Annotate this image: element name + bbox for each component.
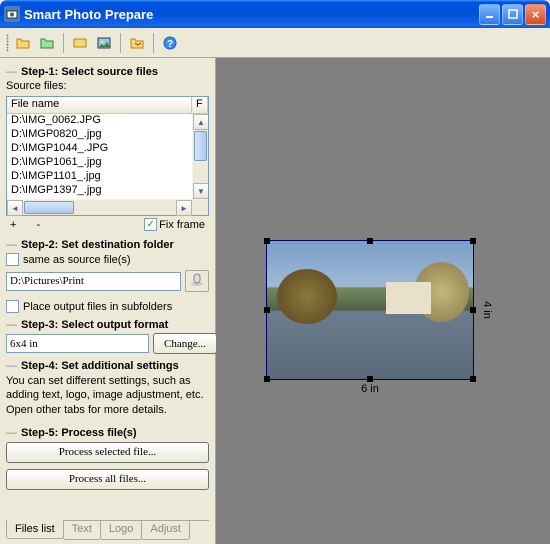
mail-icon[interactable]: [127, 33, 147, 53]
step5-title: Step-5: Process file(s): [6, 427, 209, 439]
column-filename[interactable]: File name: [7, 97, 192, 113]
open-folder-icon[interactable]: [13, 33, 33, 53]
fix-frame-label[interactable]: ✓ Fix frame: [144, 218, 205, 231]
help-icon[interactable]: ?: [160, 33, 180, 53]
height-dimension-label: 4 in: [481, 301, 493, 319]
toolbar-grip: [6, 34, 9, 52]
minimize-button[interactable]: [479, 4, 500, 25]
same-as-source-label: same as source file(s): [23, 254, 131, 266]
process-all-button[interactable]: Process all files...: [6, 469, 209, 490]
tab-adjust[interactable]: Adjust: [141, 521, 190, 540]
scroll-up-icon[interactable]: ▲: [193, 114, 208, 130]
scroll-down-icon[interactable]: ▼: [193, 183, 208, 199]
destination-path-input[interactable]: [6, 272, 181, 291]
maximize-button[interactable]: [502, 4, 523, 25]
bottom-tabs: Files list Text Logo Adjust: [6, 520, 209, 540]
list-item[interactable]: D:\IMGP1397_.jpg: [7, 184, 192, 198]
vertical-scrollbar[interactable]: ▲ ▼: [192, 114, 208, 199]
step4-note: You can set different settings, such as …: [6, 374, 209, 417]
step3-title: Step-3: Select output format: [6, 319, 209, 331]
step4-title: Step-4: Set additional settings: [6, 360, 209, 372]
list-item[interactable]: D:\IMG_0062.JPG: [7, 114, 192, 128]
resize-handle[interactable]: [264, 376, 270, 382]
list-item[interactable]: D:\IMGP1061_.jpg: [7, 156, 192, 170]
file-rows[interactable]: D:\IMG_0062.JPG D:\IMGP0820_.jpg D:\IMGP…: [7, 114, 192, 199]
process-selected-button[interactable]: Process selected file...: [6, 442, 209, 463]
window-title: Smart Photo Prepare: [24, 7, 153, 22]
resize-handle[interactable]: [470, 238, 476, 244]
resize-handle[interactable]: [367, 238, 373, 244]
width-dimension-label: 6 in: [361, 383, 379, 395]
list-item[interactable]: D:\IMGP1044_.JPG: [7, 142, 192, 156]
list-item[interactable]: D:\IMGP1101_.jpg: [7, 170, 192, 184]
resize-handle[interactable]: [264, 238, 270, 244]
scroll-thumb-h[interactable]: [24, 201, 74, 214]
fix-frame-checkbox[interactable]: ✓: [144, 218, 157, 231]
resize-handle[interactable]: [367, 376, 373, 382]
tab-logo[interactable]: Logo: [100, 521, 142, 540]
same-as-source-checkbox[interactable]: [6, 253, 19, 266]
source-files-label: Source files:: [6, 80, 209, 92]
scroll-left-icon[interactable]: ◄: [7, 200, 23, 216]
remove-file-button[interactable]: -: [36, 219, 40, 231]
card-icon[interactable]: [70, 33, 90, 53]
crop-frame[interactable]: 4 in 6 in: [266, 240, 474, 380]
column-f[interactable]: F: [192, 97, 208, 113]
toolbar: ?: [0, 28, 550, 58]
browse-folder-button[interactable]: [185, 270, 209, 292]
subfolders-checkbox[interactable]: [6, 300, 19, 313]
preview-area: 4 in 6 in: [216, 58, 550, 544]
resize-handle[interactable]: [264, 307, 270, 313]
list-item[interactable]: D:\IMGP0820_.jpg: [7, 128, 192, 142]
file-list: File name F D:\IMG_0062.JPG D:\IMGP0820_…: [6, 96, 209, 216]
step2-title: Step-2: Set destination folder: [6, 239, 209, 251]
add-file-button[interactable]: +: [10, 219, 16, 231]
app-icon: [4, 6, 20, 22]
resize-handle[interactable]: [470, 307, 476, 313]
svg-text:?: ?: [167, 39, 173, 50]
format-input[interactable]: [6, 334, 149, 353]
scroll-right-icon[interactable]: ►: [176, 200, 192, 216]
picture-icon[interactable]: [94, 33, 114, 53]
resize-handle[interactable]: [470, 376, 476, 382]
subfolders-label: Place output files in subfolders: [23, 301, 172, 313]
titlebar: Smart Photo Prepare ×: [0, 0, 550, 28]
scroll-thumb[interactable]: [194, 131, 207, 161]
close-button[interactable]: ×: [525, 4, 546, 25]
file-list-header: File name F: [7, 97, 208, 114]
horizontal-scrollbar[interactable]: ◄ ►: [7, 199, 208, 215]
step1-title: Step-1: Select source files: [6, 66, 209, 78]
preview-image: [267, 241, 473, 379]
tab-text[interactable]: Text: [63, 521, 101, 540]
tab-files-list[interactable]: Files list: [6, 520, 64, 539]
add-folder-icon[interactable]: [37, 33, 57, 53]
change-format-button[interactable]: Change...: [153, 333, 217, 354]
sidebar: Step-1: Select source files Source files…: [0, 58, 216, 544]
